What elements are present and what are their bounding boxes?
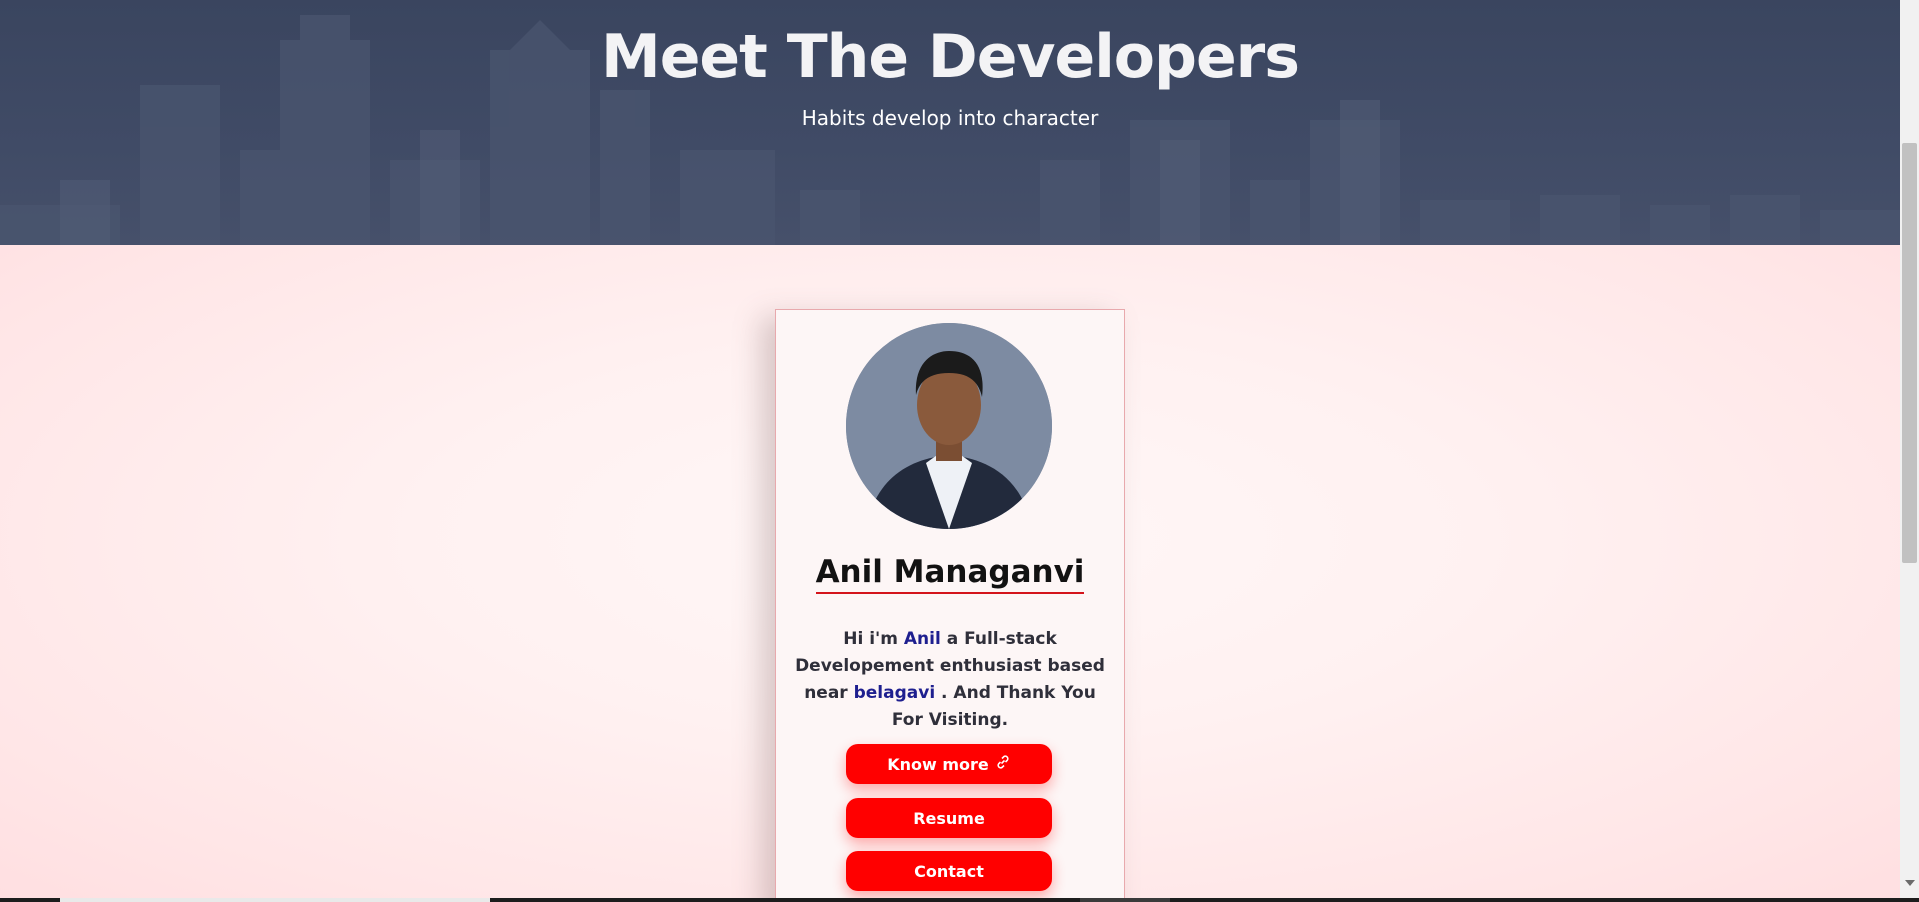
page-subtitle: Habits develop into character [801,106,1099,130]
contact-button[interactable]: Contact [846,851,1052,891]
bio-highlight-place: belagavi [853,683,936,703]
link-icon [995,754,1011,774]
hero-banner: Meet The Developers Habits develop into … [0,0,1900,245]
know-more-label: Know more [887,754,989,774]
developer-bio: Hi i'm Anil a Full-stack Developement en… [786,626,1114,734]
vertical-scrollbar[interactable] [1900,0,1919,898]
bio-highlight-name: Anil [903,629,941,649]
bottom-strip-segment [60,898,490,902]
page: Meet The Developers Habits develop into … [0,0,1900,898]
developers-section: Anil Managanvi Hi i'm Anil a Full-stack … [0,245,1900,898]
bottom-strip [0,898,1919,902]
profile-photo [846,323,1052,529]
avatar [846,323,1052,529]
scroll-down-arrow-icon[interactable] [1905,880,1915,886]
developer-name: Anil Managanvi [776,554,1124,594]
bio-intro: Hi i'm [843,629,904,649]
developer-card: Anil Managanvi Hi i'm Anil a Full-stack … [775,309,1125,898]
resume-button[interactable]: Resume [846,798,1052,838]
scrollbar-thumb[interactable] [1902,143,1917,563]
bottom-strip-segment-2 [1080,898,1170,902]
know-more-button[interactable]: Know more [846,744,1052,784]
developer-name-text: Anil Managanvi [815,554,1085,594]
page-title: Meet The Developers [601,22,1300,92]
